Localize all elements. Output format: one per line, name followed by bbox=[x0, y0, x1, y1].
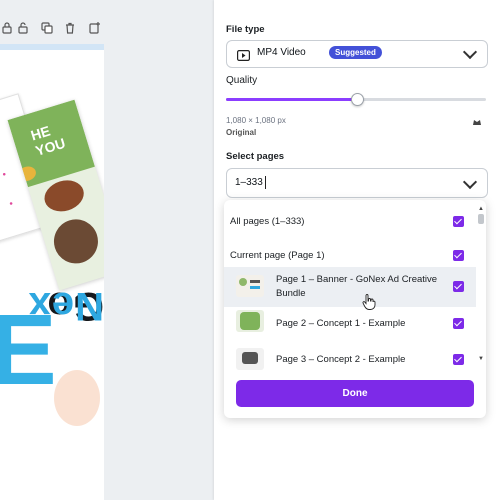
list-item-label: All pages (1–333) bbox=[230, 216, 305, 227]
scroll-up-icon[interactable]: ▲ bbox=[478, 206, 484, 212]
video-icon bbox=[237, 48, 251, 66]
suggested-badge: Suggested bbox=[329, 46, 382, 59]
checkbox[interactable] bbox=[453, 250, 464, 261]
list-item-label: Page 3 – Concept 2 - Example bbox=[276, 354, 406, 365]
quality-slider[interactable] bbox=[226, 93, 486, 106]
quality-slider-handle[interactable] bbox=[351, 93, 364, 106]
checkbox[interactable] bbox=[453, 216, 464, 227]
design-canvas[interactable]: ● ● ● HE YOU bbox=[0, 44, 104, 500]
hand-cursor-icon bbox=[362, 294, 376, 315]
scroll-down-icon[interactable]: ▼ bbox=[478, 356, 484, 362]
pages-dropdown: All pages (1–333) Current page (Page 1) … bbox=[224, 200, 486, 418]
list-item[interactable]: Page 3 – Concept 2 - Example bbox=[224, 346, 476, 374]
duplicate-icon[interactable] bbox=[40, 22, 54, 36]
select-pages-value: 1–333 bbox=[235, 177, 263, 188]
select-pages-label: Select pages bbox=[226, 151, 285, 162]
list-item[interactable]: Page 2 – Concept 1 - Example bbox=[224, 310, 476, 338]
checkbox[interactable] bbox=[453, 354, 464, 365]
checkbox[interactable] bbox=[453, 318, 464, 329]
page-thumbnail bbox=[236, 348, 264, 370]
quality-label: Quality bbox=[226, 75, 258, 86]
list-item-label: Page 2 – Concept 1 - Example bbox=[276, 318, 406, 329]
original-text: Original bbox=[226, 128, 257, 137]
page-thumbnail bbox=[236, 275, 264, 297]
quality-slider-fill bbox=[226, 98, 356, 101]
brand-wordmark: Go Nex bbox=[28, 282, 108, 422]
dimensions-text: 1,080 × 1,080 px bbox=[226, 116, 286, 125]
text-cursor bbox=[265, 176, 266, 189]
list-item[interactable]: All pages (1–333) bbox=[224, 208, 476, 234]
list-item-label: Current page (Page 1) bbox=[230, 250, 325, 261]
page-thumbnail bbox=[236, 310, 264, 332]
checkbox[interactable] bbox=[453, 281, 464, 292]
file-type-label: File type bbox=[226, 24, 265, 35]
scrollbar-thumb[interactable] bbox=[478, 214, 484, 224]
dropdown-scrollbar[interactable]: ▲ ▼ bbox=[478, 206, 484, 364]
list-item[interactable]: Page 1 – Banner - GoNex Ad Creative Bund… bbox=[224, 267, 476, 307]
crown-icon bbox=[472, 114, 482, 132]
file-type-value: MP4 Video bbox=[257, 47, 306, 58]
trash-icon[interactable] bbox=[63, 22, 77, 36]
brand-part-nex: Nex bbox=[27, 284, 104, 328]
add-page-icon[interactable] bbox=[88, 22, 102, 36]
chevron-down-icon bbox=[462, 174, 478, 190]
lock-icon[interactable] bbox=[0, 22, 14, 36]
list-item[interactable]: Current page (Page 1) bbox=[224, 242, 476, 268]
done-button[interactable]: Done bbox=[236, 380, 474, 407]
unlock-icon[interactable] bbox=[16, 22, 30, 36]
chevron-down-icon bbox=[462, 44, 478, 60]
file-type-select[interactable]: MP4 Video Suggested bbox=[226, 40, 488, 68]
select-pages-input[interactable]: 1–333 bbox=[226, 168, 488, 198]
canvas-selection-strip bbox=[0, 44, 104, 50]
